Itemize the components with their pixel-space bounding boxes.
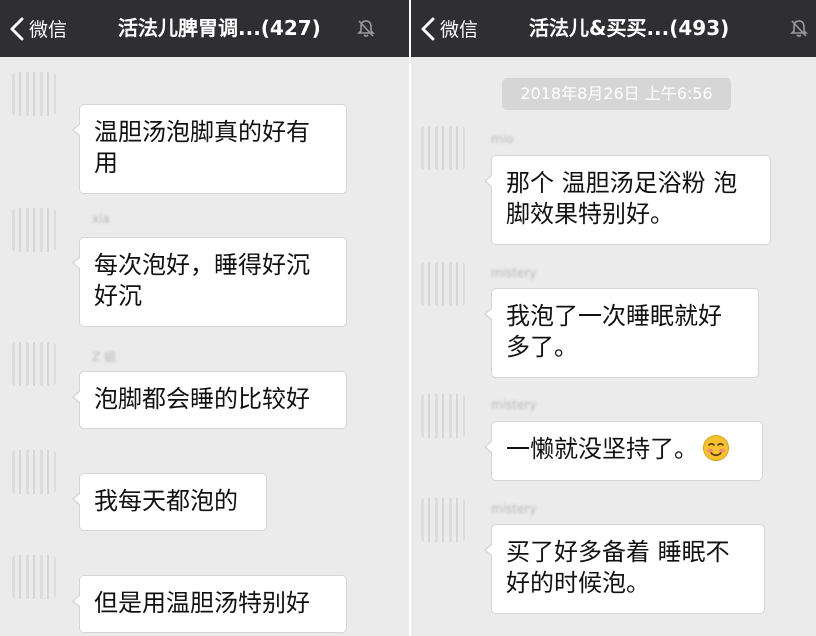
message-bubble[interactable]: 泡脚都会睡的比较好 <box>72 371 347 429</box>
message-bubble[interactable]: 我每天都泡的 <box>72 473 267 531</box>
smiling-blushing-face-icon <box>702 434 730 462</box>
back-label: 微信 <box>440 19 479 41</box>
back-button[interactable]: 微信 <box>10 0 67 57</box>
message-bubble[interactable]: 我泡了一次睡眠就好多了。 <box>484 288 759 378</box>
avatar[interactable] <box>421 498 465 542</box>
avatar[interactable] <box>421 126 465 170</box>
nav-bar: 微信 活法儿脾胃调...(427) <box>0 0 409 57</box>
avatar[interactable] <box>12 342 56 386</box>
message-bubble[interactable]: 温胆汤泡脚真的好有用 <box>72 104 347 194</box>
message-bubble[interactable]: 每次泡好，睡得好沉好沉 <box>72 237 347 327</box>
mute-icon <box>789 18 809 42</box>
sender-name: mio <box>491 132 514 146</box>
avatar[interactable] <box>12 450 56 494</box>
avatar[interactable] <box>421 262 465 306</box>
chat-title: 活法儿脾胃调...(427) <box>118 16 321 40</box>
sender-name: Z 姐 <box>92 350 117 364</box>
avatar[interactable] <box>12 555 56 599</box>
back-button[interactable]: 微信 <box>421 0 478 57</box>
sender-name: xia <box>92 212 110 226</box>
message-timestamp: 2018年8月26日 上午6:56 <box>502 78 731 110</box>
message-bubble[interactable]: 买了好多备着 睡眠不好的时候泡。 <box>484 524 765 614</box>
sender-name: mistery <box>491 502 537 516</box>
message-bubble[interactable]: 那个 温胆汤足浴粉 泡脚效果特别好。 <box>484 155 771 245</box>
chat-title: 活法儿&买买...(493) <box>529 16 730 40</box>
back-label: 微信 <box>29 19 68 41</box>
chat-panel-right: 微信 活法儿&买买...(493) 2018年8月26日 上午6:56 mio … <box>411 0 816 636</box>
message-bubble[interactable]: 一懒就没坚持了。 <box>484 421 763 481</box>
avatar[interactable] <box>12 208 56 252</box>
message-text: 一懒就没坚持了。 <box>506 435 698 463</box>
avatar[interactable] <box>421 394 465 438</box>
back-chevron-icon <box>10 17 24 41</box>
avatar[interactable] <box>12 72 56 116</box>
chat-panel-left: 微信 活法儿脾胃调...(427) 温胆汤泡脚真的好有用 xia 每次泡好，睡得… <box>0 0 409 636</box>
back-chevron-icon <box>421 17 435 41</box>
mute-icon <box>356 18 376 42</box>
sender-name: mistery <box>491 398 537 412</box>
message-bubble[interactable]: 但是用温胆汤特别好 <box>72 575 347 633</box>
sender-name: mistery <box>491 266 537 280</box>
nav-bar: 微信 活法儿&买买...(493) <box>411 0 816 57</box>
